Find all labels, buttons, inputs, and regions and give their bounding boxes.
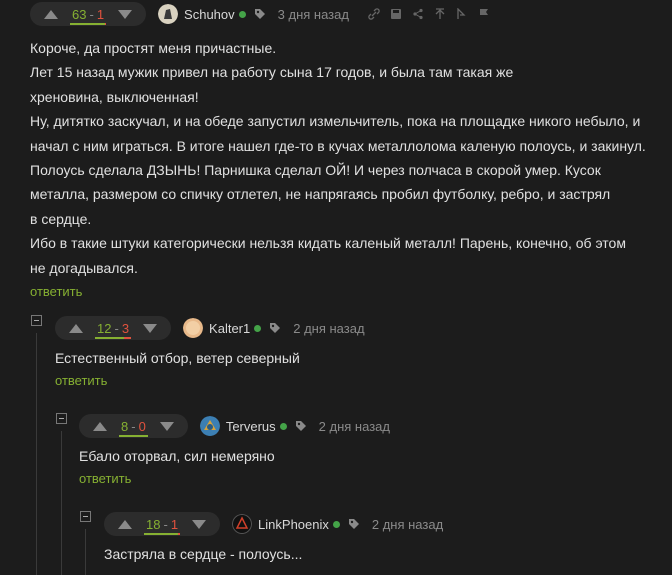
collapse-thread-button[interactable] <box>80 511 91 522</box>
link-icon[interactable] <box>368 8 380 20</box>
upvote-icon[interactable] <box>69 323 83 333</box>
tag-icon[interactable] <box>269 322 281 334</box>
comment-text-line: в сердце. <box>30 210 92 227</box>
upvote-outline-icon[interactable] <box>434 8 446 20</box>
username[interactable]: Kalter1 <box>209 321 250 336</box>
comment-text-line: Естественный отбор, ветер северный <box>55 350 300 366</box>
reply-link[interactable]: ответить <box>55 373 672 388</box>
avatar[interactable] <box>199 416 220 436</box>
rating: 63-1 <box>66 6 110 25</box>
online-indicator <box>332 520 340 528</box>
comment-body: Застряла в сердце - полоусь... <box>104 542 672 566</box>
vote-widget: 63-1 <box>30 2 147 26</box>
tag-icon[interactable] <box>348 518 360 530</box>
upvote-icon[interactable] <box>93 421 107 431</box>
comment-text-line: Ну, дитятко заскучал, и на обеде запусти… <box>30 113 641 130</box>
comment: 63-1 Schuhov 3 дня назад Короче, да прос… <box>30 0 672 299</box>
tag-icon[interactable] <box>295 420 307 432</box>
tag-icon[interactable] <box>254 8 266 20</box>
comment-text-line: Ебало оторвал, сил немеряно <box>79 448 275 464</box>
thread-line <box>85 529 86 575</box>
rating-plus: 8 <box>121 418 129 434</box>
rating-bar <box>95 336 132 339</box>
username[interactable]: Schuhov <box>184 7 235 22</box>
rating-minus: 3 <box>121 320 130 336</box>
comment-time[interactable]: 2 дня назад <box>293 321 364 336</box>
comment-text-line: начал с ним играться. В итоге нашел где-… <box>30 137 646 154</box>
downvote-icon[interactable] <box>192 519 207 529</box>
comment: 8-0 Terverus 2 дня назад Ебало оторвал, … <box>79 412 672 486</box>
online-indicator <box>238 10 246 18</box>
rating: 12-3 <box>91 320 135 339</box>
downvote-icon[interactable] <box>143 323 158 333</box>
online-indicator <box>279 422 287 430</box>
reply-link[interactable]: ответить <box>30 284 672 299</box>
comment-time[interactable]: 3 дня назад <box>278 7 349 22</box>
rating-plus: 12 <box>97 320 112 336</box>
comment-time[interactable]: 2 дня назад <box>372 517 443 532</box>
comment-text-line: Короче, да простят меня причастные. <box>30 40 277 56</box>
rating: 18-1 <box>140 516 184 535</box>
comment-text-line: Ибо в такие штуки категорически нельзя к… <box>30 235 626 252</box>
username[interactable]: Terverus <box>226 419 276 434</box>
vote-widget: 8-0 <box>79 414 188 438</box>
thread-line <box>36 333 37 575</box>
rating-bar <box>144 532 181 535</box>
avatar[interactable] <box>232 514 253 534</box>
comment-text-line: Лет 15 назад мужик привел на работу сына… <box>30 64 514 81</box>
comment-body: Ебало оторвал, сил немеряно <box>79 444 672 468</box>
avatar[interactable] <box>158 4 179 24</box>
comment-text-line: металла, размером со спичку отлетел, не … <box>30 186 611 203</box>
share-icon[interactable] <box>412 8 424 20</box>
comment-text-line: Полоусь сделала ДЗЫНЬ! Парнишка сделал О… <box>30 162 601 179</box>
vote-widget: 18-1 <box>104 512 221 536</box>
collapse-thread-button[interactable] <box>56 413 67 424</box>
rating-bar <box>119 434 148 437</box>
rating-plus: 18 <box>146 516 161 532</box>
upvote-icon[interactable] <box>44 9 58 19</box>
hide-icon[interactable] <box>456 8 468 20</box>
reply-link[interactable]: ответить <box>79 471 672 486</box>
rating-plus: 63 <box>72 6 87 22</box>
thread-line <box>61 431 62 575</box>
comment-actions <box>363 8 495 20</box>
save-icon[interactable] <box>390 8 402 20</box>
comment-body: Короче, да простят меня причастные. Лет 1… <box>30 36 672 280</box>
upvote-icon[interactable] <box>118 519 132 529</box>
flag-icon[interactable] <box>478 8 490 20</box>
downvote-icon[interactable] <box>159 421 174 431</box>
rating: 8-0 <box>115 418 152 437</box>
downvote-icon[interactable] <box>118 9 133 19</box>
username[interactable]: LinkPhoenix <box>258 517 329 532</box>
rating-minus: 0 <box>138 418 146 434</box>
comment: 12-3 Kalter1 2 дня назад Естественный от… <box>55 314 672 388</box>
avatar[interactable] <box>183 318 204 338</box>
comment-text-line: Застряла в сердце - полоусь... <box>104 546 303 562</box>
comment: 18-1 LinkPhoenix 2 дня назад Застряла в … <box>104 510 672 566</box>
rating-bar <box>70 22 107 25</box>
online-indicator <box>254 324 262 332</box>
collapse-thread-button[interactable] <box>31 315 42 326</box>
comment-body: Естественный отбор, ветер северный <box>55 346 672 370</box>
comment-text-line: не догадывался. <box>30 259 138 276</box>
comment-time[interactable]: 2 дня назад <box>319 419 390 434</box>
vote-widget: 12-3 <box>55 316 172 340</box>
rating-minus: 1 <box>170 516 179 532</box>
comment-text-line: хреновина, выключенная! <box>30 88 199 105</box>
rating-minus: 1 <box>96 6 105 22</box>
